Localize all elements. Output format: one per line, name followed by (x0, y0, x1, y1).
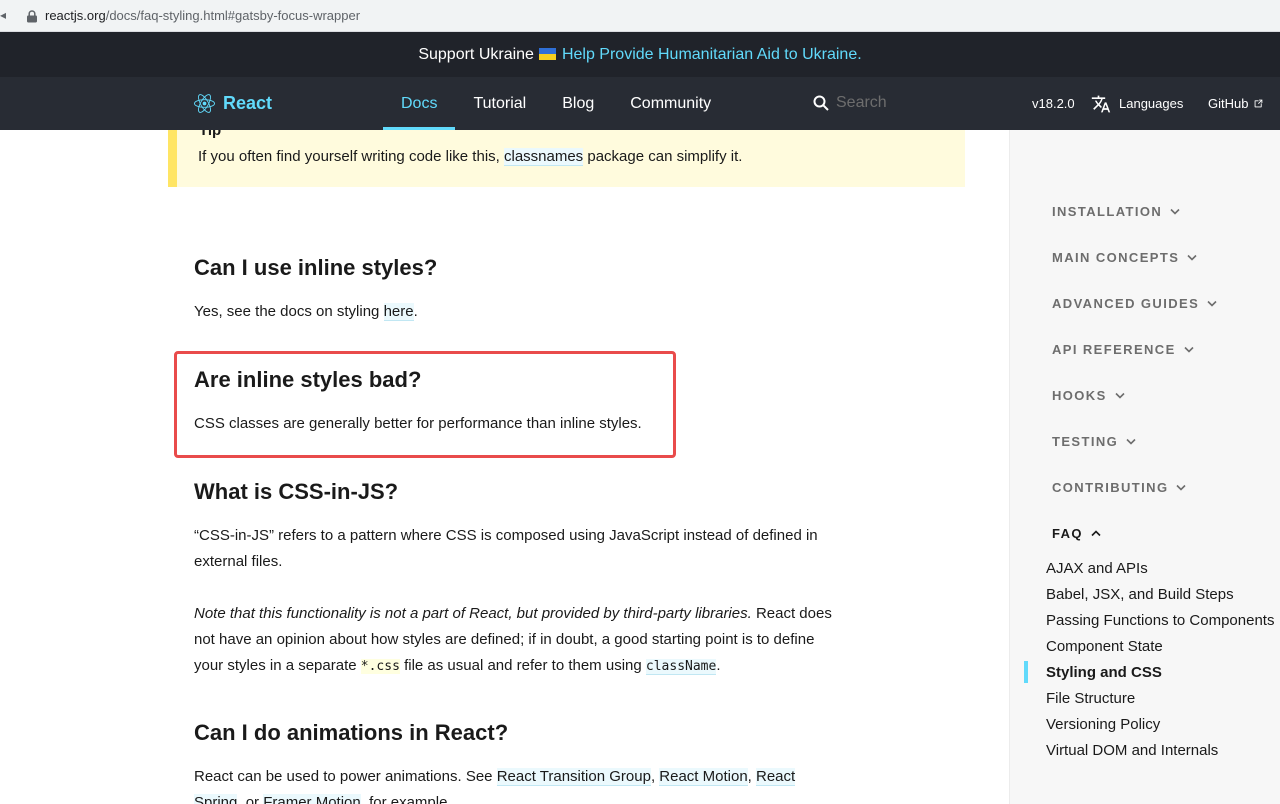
para-text: file as usual and refer to them using (399, 657, 646, 674)
github-link[interactable]: GitHub (1208, 77, 1264, 130)
chevron-down-icon (1115, 392, 1125, 399)
search-icon (813, 95, 829, 111)
version-link[interactable]: v18.2.0 (1032, 77, 1075, 130)
para-text: , (747, 768, 756, 785)
sidebar-item-passing-functions[interactable]: Passing Functions to Components (1046, 612, 1274, 629)
chevron-down-icon (1170, 208, 1180, 215)
github-label: GitHub (1208, 96, 1249, 111)
sidebar-section-api-reference[interactable]: API REFERENCE (1052, 342, 1194, 357)
chevron-down-icon (1126, 438, 1136, 445)
react-transition-group-link[interactable]: React Transition Group (496, 768, 651, 786)
url-text[interactable]: reactjs.org/docs/faq-styling.html#gatsby… (45, 8, 360, 23)
tip-title: Tip (199, 130, 222, 139)
chevron-down-icon (1176, 484, 1187, 491)
url-path: /docs/faq-styling.html#gatsby-focus-wrap… (105, 8, 361, 23)
languages-link[interactable]: Languages (1091, 77, 1183, 130)
react-logo-icon (194, 94, 215, 113)
banner-link[interactable]: Help Provide Humanitarian Aid to Ukraine… (562, 46, 862, 64)
banner-text: Support Ukraine (418, 45, 534, 63)
sidebar-section-contributing[interactable]: CONTRIBUTING (1052, 480, 1187, 495)
lock-icon (27, 10, 37, 23)
nav-links: Docs Tutorial Blog Community (383, 77, 729, 130)
sidebar-item-virtual-dom[interactable]: Virtual DOM and Internals (1046, 742, 1218, 759)
sidebar-item-versioning-policy[interactable]: Versioning Policy (1046, 716, 1160, 733)
paragraph-note: Note that this functionality is not a pa… (194, 601, 834, 680)
languages-label: Languages (1119, 96, 1184, 111)
paragraph-animations: React can be used to power animations. S… (194, 764, 814, 804)
section-label: FAQ (1052, 526, 1083, 541)
chevron-down-icon (1207, 300, 1217, 307)
paragraph-inline-styles-bad: CSS classes are generally better for per… (194, 415, 642, 432)
para-text: React can be used to power animations. S… (194, 768, 497, 785)
tip-text-before: If you often find yourself writing code … (198, 148, 504, 165)
nav-tutorial[interactable]: Tutorial (455, 77, 544, 130)
react-logo-link[interactable]: React (194, 93, 272, 114)
search-input[interactable] (836, 94, 986, 112)
para-text: . (716, 657, 721, 674)
react-motion-link[interactable]: React Motion (659, 768, 748, 786)
sidebar-section-testing[interactable]: TESTING (1052, 434, 1136, 449)
classnames-link[interactable]: classnames (503, 148, 584, 166)
chevron-down-icon (1187, 254, 1197, 261)
paragraph-css-in-js: “CSS-in-JS” refers to a pattern where CS… (194, 527, 818, 570)
translate-icon (1091, 95, 1111, 112)
classname-code-link[interactable]: className (645, 657, 717, 675)
back-arrow-icon[interactable]: ◂ (0, 8, 6, 22)
sidebar-section-main-concepts[interactable]: MAIN CONCEPTS (1052, 250, 1197, 265)
ukraine-flag-icon (538, 47, 556, 60)
sidebar-item-styling-and-css[interactable]: Styling and CSS (1046, 664, 1162, 681)
nav-docs[interactable]: Docs (383, 77, 456, 130)
chevron-up-icon (1091, 530, 1101, 537)
external-link-icon (1255, 99, 1263, 108)
nav-community[interactable]: Community (612, 77, 729, 130)
classname-code: className (645, 659, 717, 675)
tip-text-after: package can simplify it. (583, 148, 743, 165)
para-text: Yes, see the docs on styling (194, 303, 384, 320)
nav-blog[interactable]: Blog (544, 77, 612, 130)
framer-motion-link[interactable]: Framer Motion (263, 794, 361, 804)
note-italic: Note that this functionality is not a pa… (194, 605, 752, 622)
active-item-indicator (1024, 661, 1028, 683)
search-box[interactable] (813, 94, 986, 112)
heading-css-in-js: What is CSS-in-JS? (194, 479, 399, 504)
sidebar-section-advanced-guides[interactable]: ADVANCED GUIDES (1052, 296, 1217, 311)
sidebar-section-installation[interactable]: INSTALLATION (1052, 204, 1180, 219)
section-label: CONTRIBUTING (1052, 480, 1169, 495)
chevron-down-icon (1184, 346, 1194, 353)
heading-inline-styles: Can I use inline styles? (194, 255, 438, 280)
para-text: , for example. (360, 794, 452, 804)
section-label: TESTING (1052, 434, 1119, 449)
para-text: , or (237, 794, 264, 804)
section-label: MAIN CONCEPTS (1052, 250, 1180, 265)
section-label: HOOKS (1052, 388, 1107, 403)
main-content: Tip If you often find yourself writing c… (0, 130, 1009, 804)
sidebar-section-faq[interactable]: FAQ (1052, 526, 1101, 541)
heading-animations: Can I do animations in React? (194, 720, 509, 745)
sidebar-item-file-structure[interactable]: File Structure (1046, 690, 1135, 707)
docs-sidebar: INSTALLATION MAIN CONCEPTS ADVANCED GUID… (1009, 130, 1280, 804)
tip-box: Tip If you often find yourself writing c… (168, 130, 965, 187)
here-link[interactable]: here (383, 303, 414, 321)
para-text: . (413, 303, 418, 320)
sidebar-item-ajax-and-apis[interactable]: AJAX and APIs (1046, 560, 1148, 577)
section-label: ADVANCED GUIDES (1052, 296, 1200, 311)
paragraph-inline-styles: Yes, see the docs on styling here. (194, 299, 834, 325)
browser-url-bar[interactable]: ◂ reactjs.org/docs/faq-styling.html#gats… (0, 0, 1280, 32)
sidebar-item-component-state[interactable]: Component State (1046, 638, 1163, 655)
ukraine-banner: Support Ukraine Help Provide Humanitaria… (0, 32, 1280, 77)
brand-name: React (223, 93, 273, 113)
sidebar-item-babel-jsx[interactable]: Babel, JSX, and Build Steps (1046, 586, 1234, 603)
section-label: API REFERENCE (1052, 342, 1176, 357)
section-label: INSTALLATION (1052, 204, 1163, 219)
url-domain: reactjs.org (45, 8, 106, 23)
tip-text: If you often find yourself writing code … (198, 148, 743, 166)
sidebar-section-hooks[interactable]: HOOKS (1052, 388, 1125, 403)
heading-inline-styles-bad: Are inline styles bad? (194, 367, 422, 392)
css-file-code: *.css (360, 659, 400, 674)
top-nav: React Docs Tutorial Blog Community v18.2… (0, 77, 1280, 130)
